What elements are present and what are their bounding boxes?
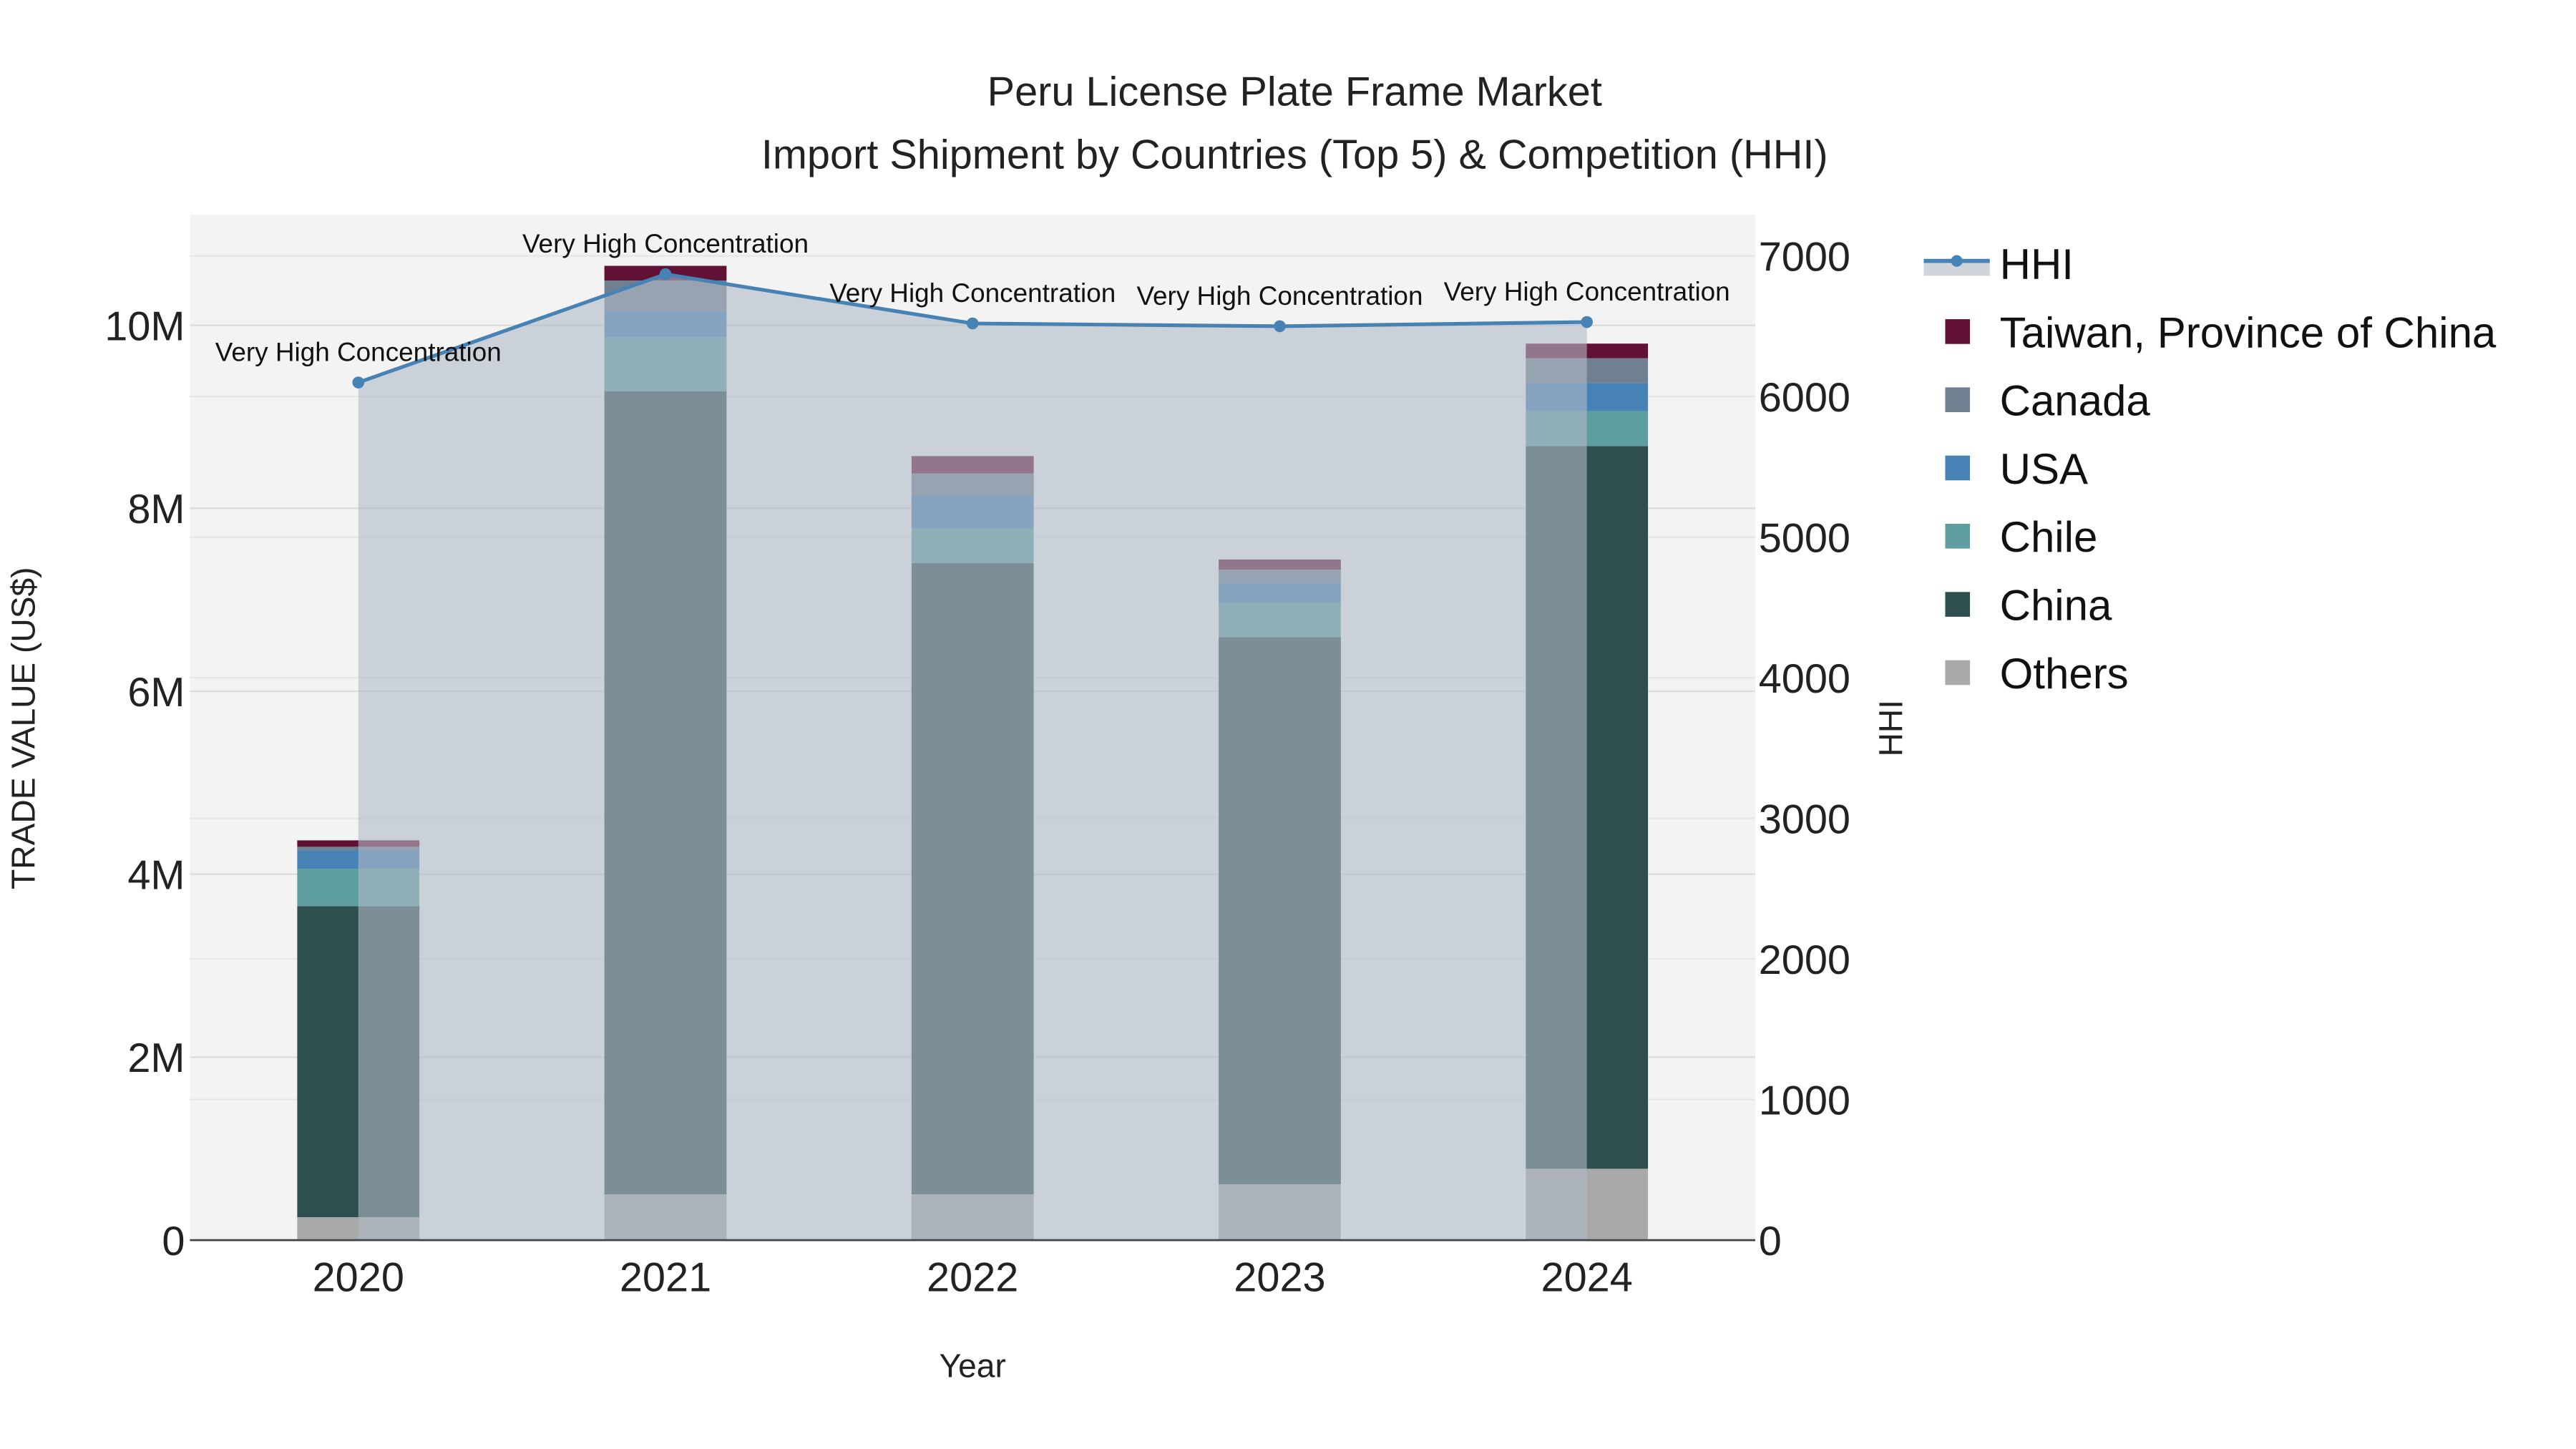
legend-hhi-marker	[1951, 255, 1963, 267]
y-tick-label: 2M	[127, 1035, 185, 1081]
hhi-point-2021	[659, 268, 672, 280]
legend-swatch	[1945, 319, 1971, 344]
y-tick-label: 8M	[127, 487, 185, 532]
legend-swatch	[1945, 387, 1971, 412]
legend-item-others[interactable]: Others	[1945, 650, 2129, 698]
hhi-series: Very High Concentration Very High Concent…	[215, 229, 1730, 1241]
y2-axis-title: HHI	[1872, 700, 1909, 756]
y-tick-label: 0	[162, 1219, 185, 1264]
legend-swatch	[1945, 660, 1971, 686]
chart-title-line2: Import Shipment by Countries (Top 5) & C…	[761, 132, 1828, 177]
hhi-annotation-2023: Very High Concentration	[1136, 281, 1423, 311]
legend-item-canada[interactable]: Canada	[1945, 377, 2150, 425]
legend-label: USA	[2000, 445, 2088, 493]
y2-tick-label: 5000	[1759, 515, 1850, 561]
legend-label: Others	[2000, 650, 2129, 698]
legend-label: HHI	[2000, 240, 2074, 288]
legend: HHI Taiwan, Province of China Canada USA Chi…	[1923, 240, 2497, 698]
legend-item-china[interactable]: China	[1945, 582, 2112, 630]
y2-tick-label: 7000	[1759, 234, 1850, 280]
chart: Very High Concentration Very High Concent…	[4, 69, 2497, 1385]
legend-swatch	[1945, 592, 1971, 617]
chart-title-line1: Peru License Plate Frame Market	[987, 69, 1602, 115]
hhi-point-2020	[352, 376, 365, 389]
hhi-point-2022	[966, 317, 979, 330]
y-tick-label: 4M	[127, 852, 185, 898]
legend-item-usa[interactable]: USA	[1945, 445, 2088, 493]
legend-item-chile[interactable]: Chile	[1945, 513, 2097, 561]
y-tick-label: 10M	[104, 303, 185, 349]
hhi-point-2023	[1274, 320, 1286, 333]
x-tick-label: 2020	[313, 1255, 404, 1301]
y2-tick-label: 4000	[1759, 656, 1850, 702]
x-tick-label: 2021	[620, 1255, 711, 1301]
hhi-point-2024	[1581, 316, 1593, 328]
hhi-annotation-2021: Very High Concentration	[522, 229, 809, 258]
y2-tick-label: 1000	[1759, 1078, 1850, 1123]
hhi-annotation-2020: Very High Concentration	[215, 338, 502, 367]
x-axis-title: Year	[940, 1347, 1006, 1385]
legend-swatch	[1945, 455, 1971, 481]
x-tick-label: 2022	[927, 1255, 1018, 1301]
y2-tick-label: 6000	[1759, 375, 1850, 421]
y2-tick-label: 2000	[1759, 937, 1850, 983]
hhi-annotation-2022: Very High Concentration	[829, 278, 1116, 308]
legend-label: Chile	[2000, 513, 2098, 561]
hhi-annotation-2024: Very High Concentration	[1444, 277, 1730, 306]
legend-label: Canada	[2000, 377, 2151, 425]
legend-label: Taiwan, Province of China	[2000, 308, 2497, 356]
legend-swatch	[1945, 524, 1971, 549]
x-tick-label: 2024	[1541, 1255, 1633, 1301]
y-tick-label: 6M	[127, 670, 185, 716]
y-axis-title: TRADE VALUE (US$)	[4, 567, 42, 889]
y2-tick-label: 0	[1759, 1219, 1782, 1264]
y2-tick-label: 3000	[1759, 796, 1850, 842]
legend-item-taiwan-province-of-china[interactable]: Taiwan, Province of China	[1945, 308, 2497, 356]
legend-item-hhi[interactable]: HHI	[1923, 240, 2074, 288]
x-tick-label: 2023	[1234, 1255, 1325, 1301]
hhi-area	[358, 274, 1587, 1241]
legend-label: China	[2000, 582, 2112, 630]
